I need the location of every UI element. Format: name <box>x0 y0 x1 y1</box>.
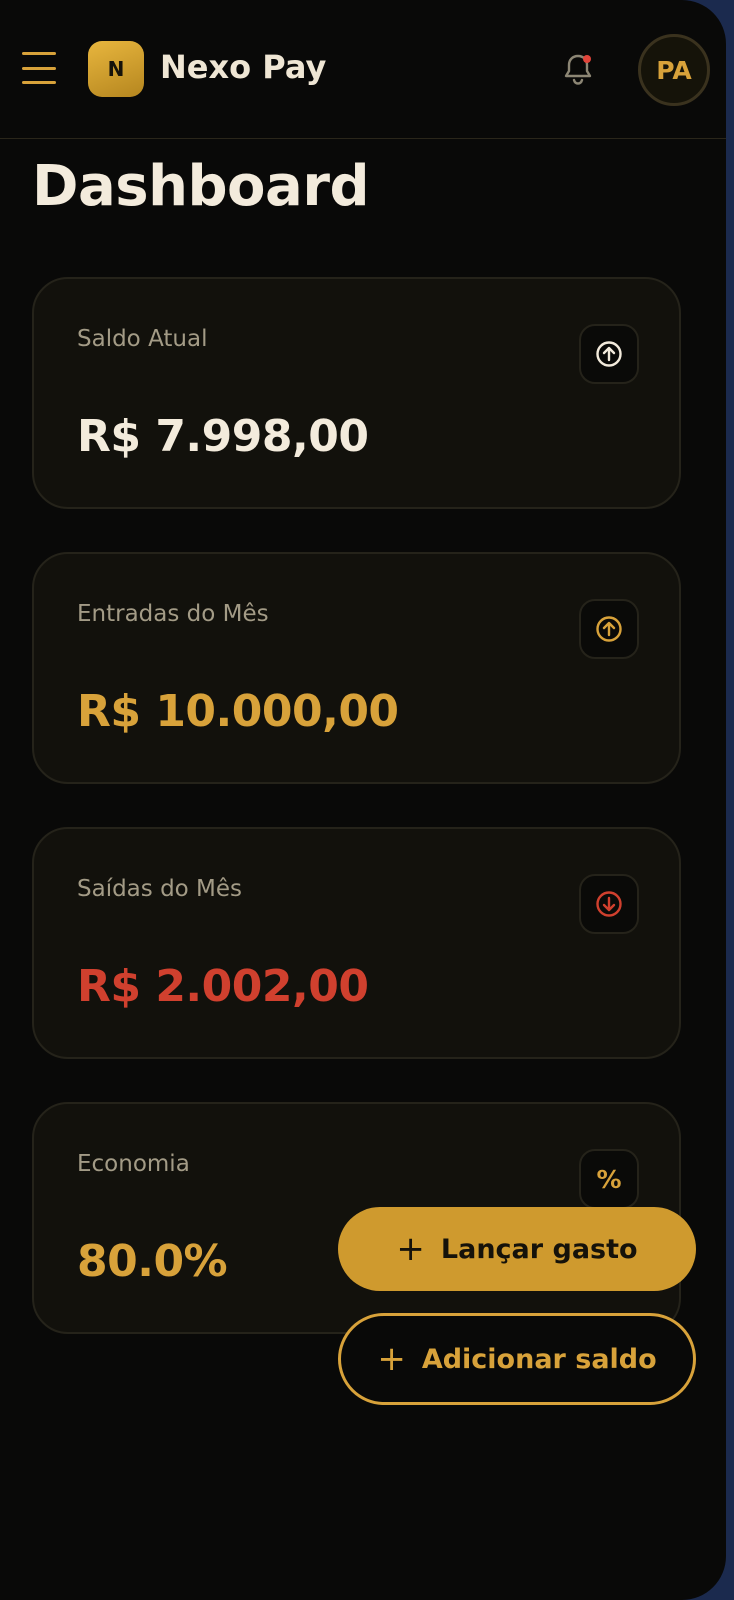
add-expense-button[interactable]: + Lançar gasto <box>338 1207 696 1291</box>
arrow-down-circle-icon <box>579 874 639 934</box>
plus-icon: + <box>377 1339 406 1379</box>
arrow-up-circle-icon <box>579 324 639 384</box>
income-label: Entradas do Mês <box>77 601 269 627</box>
plus-icon: + <box>396 1229 425 1269</box>
add-balance-button[interactable]: + Adicionar saldo <box>338 1313 696 1405</box>
balance-card: Saldo Atual R$ 7.998,00 <box>32 277 681 509</box>
add-balance-label: Adicionar saldo <box>421 1343 657 1375</box>
savings-label: Economia <box>77 1151 190 1177</box>
income-card: Entradas do Mês R$ 10.000,00 <box>32 552 681 784</box>
expenses-label: Saídas do Mês <box>77 876 243 902</box>
balance-label: Saldo Atual <box>77 326 208 352</box>
app-screen: N Nexo Pay PA Dashboard Saldo Atual R$ 7… <box>0 0 726 1600</box>
brand-name: Nexo Pay <box>160 48 327 86</box>
percent-symbol: % <box>596 1164 622 1194</box>
add-expense-label: Lançar gasto <box>440 1233 638 1265</box>
percent-icon: % <box>579 1149 639 1209</box>
expenses-card: Saídas do Mês R$ 2.002,00 <box>32 827 681 1059</box>
page-title: Dashboard <box>32 154 370 219</box>
notification-bell-icon[interactable] <box>558 50 598 90</box>
top-bar: N Nexo Pay PA <box>0 0 726 139</box>
app-logo: N <box>88 41 144 97</box>
arrow-up-circle-icon <box>579 599 639 659</box>
balance-value: R$ 7.998,00 <box>77 411 369 462</box>
savings-value: 80.0% <box>77 1236 228 1287</box>
income-value: R$ 10.000,00 <box>77 686 399 737</box>
expenses-value: R$ 2.002,00 <box>77 961 369 1012</box>
user-avatar[interactable]: PA <box>638 34 710 106</box>
hamburger-menu-icon[interactable] <box>22 52 56 84</box>
